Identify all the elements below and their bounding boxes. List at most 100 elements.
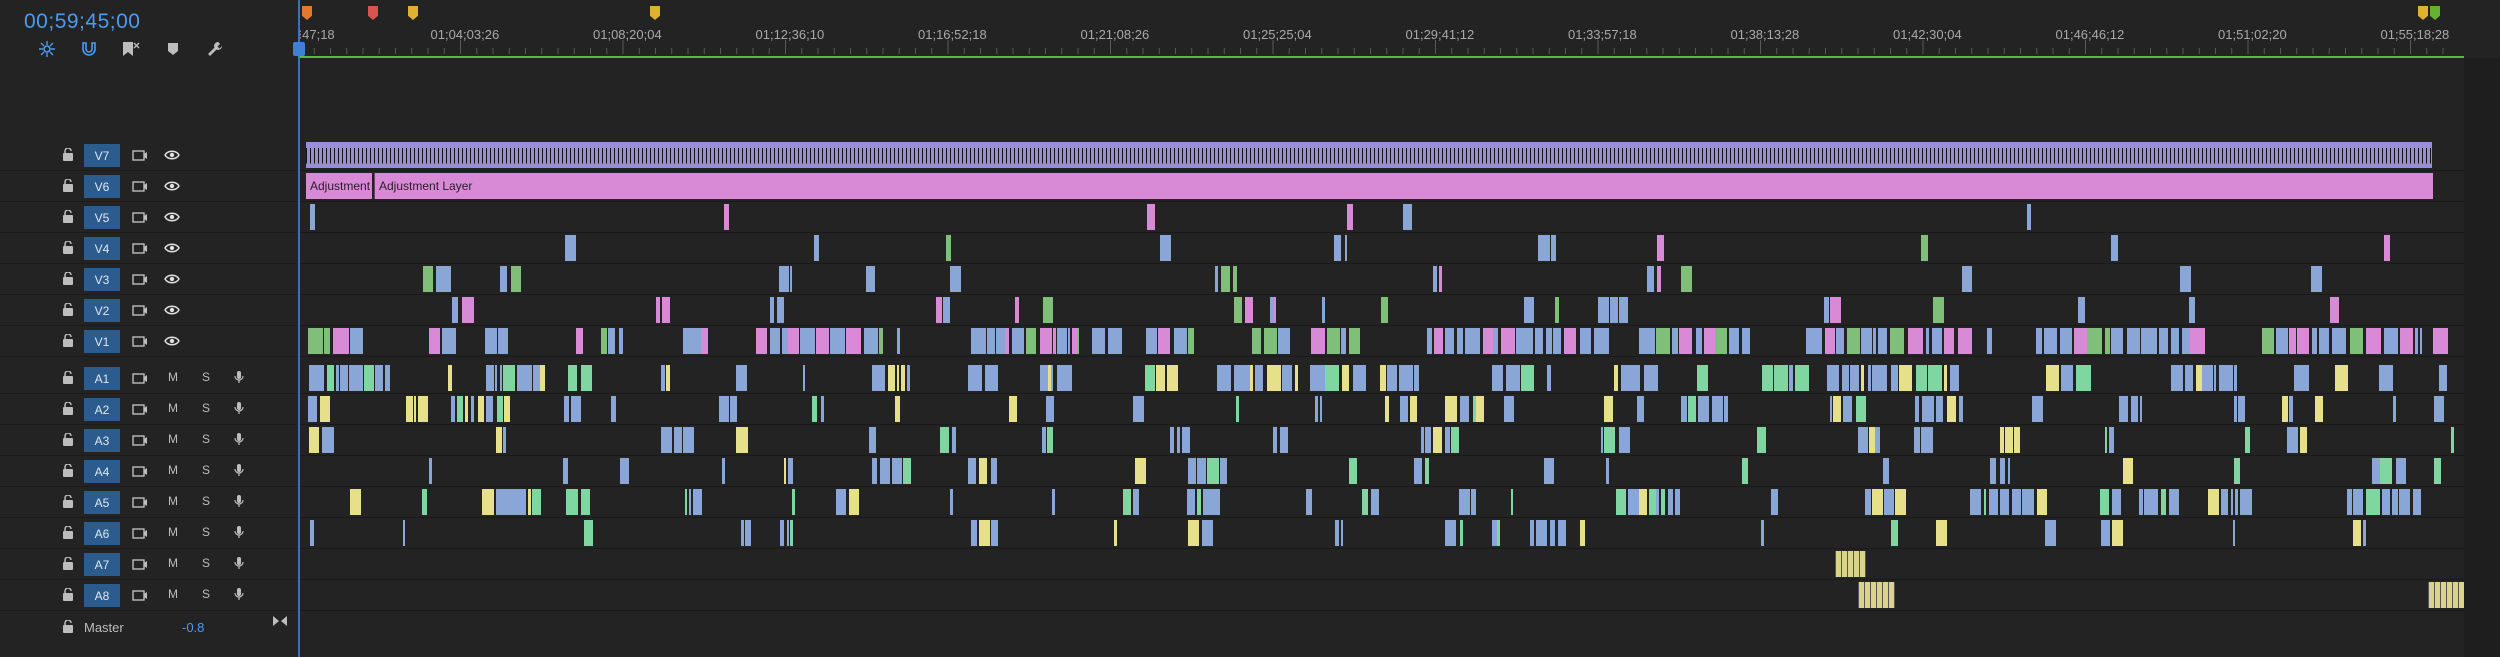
clip[interactable] xyxy=(2073,328,2087,354)
track-target-a7[interactable]: A7 xyxy=(84,553,120,576)
clip[interactable] xyxy=(1761,365,1773,391)
clip[interactable] xyxy=(2330,297,2339,323)
clip[interactable] xyxy=(2433,396,2444,422)
wrench-icon[interactable] xyxy=(194,38,236,60)
track-target-v6[interactable]: V6 xyxy=(84,175,120,198)
adjustment-clip[interactable]: Adjustment Layer xyxy=(374,173,2433,199)
clip[interactable] xyxy=(563,396,570,422)
clip[interactable] xyxy=(2332,328,2347,354)
clip[interactable] xyxy=(496,427,502,453)
clip[interactable] xyxy=(1348,458,1358,484)
track-lane-v4[interactable] xyxy=(298,233,2464,264)
clip[interactable] xyxy=(1340,520,1344,546)
clip[interactable] xyxy=(2022,489,2035,515)
clip[interactable] xyxy=(1005,328,1009,354)
clip[interactable] xyxy=(1875,427,1881,453)
clip[interactable] xyxy=(1921,235,1928,261)
clip[interactable] xyxy=(2202,365,2214,391)
clip[interactable] xyxy=(1482,328,1493,354)
clip[interactable] xyxy=(2398,489,2410,515)
clip[interactable] xyxy=(1108,328,1122,354)
vertical-scrollbar[interactable] xyxy=(2464,58,2500,657)
clip[interactable] xyxy=(1439,266,1442,292)
track-target-v7[interactable]: V7 xyxy=(84,144,120,167)
clip[interactable] xyxy=(308,427,320,453)
clip[interactable] xyxy=(736,427,748,453)
clip[interactable] xyxy=(1915,365,1927,391)
clip[interactable] xyxy=(1173,328,1188,354)
clip[interactable] xyxy=(788,328,800,354)
clip[interactable] xyxy=(821,396,824,422)
clip[interactable] xyxy=(1638,489,1647,515)
clip[interactable] xyxy=(2111,489,2122,515)
clip[interactable] xyxy=(1913,427,1921,453)
clip[interactable] xyxy=(2400,328,2414,354)
clip[interactable] xyxy=(1040,365,1048,391)
clip[interactable] xyxy=(350,489,362,515)
clip[interactable] xyxy=(1529,520,1534,546)
clip[interactable] xyxy=(309,204,315,230)
clip[interactable] xyxy=(1884,489,1895,515)
clip[interactable] xyxy=(1352,365,1367,391)
clip[interactable] xyxy=(1348,328,1360,354)
clip[interactable] xyxy=(1697,396,1709,422)
clip[interactable] xyxy=(783,458,786,484)
adjustment-clip[interactable] xyxy=(306,142,2432,168)
clip[interactable] xyxy=(2392,489,2398,515)
clip[interactable] xyxy=(1829,297,1842,323)
clip[interactable] xyxy=(2297,328,2310,354)
clip[interactable] xyxy=(1413,458,1423,484)
clip[interactable] xyxy=(1927,365,1943,391)
clip[interactable] xyxy=(1320,396,1323,422)
clip[interactable] xyxy=(800,328,815,354)
clip[interactable] xyxy=(1636,396,1644,422)
clip[interactable] xyxy=(1826,297,1829,323)
clip[interactable] xyxy=(1557,520,1566,546)
clip[interactable] xyxy=(1322,297,1326,323)
clip[interactable] xyxy=(576,328,583,354)
clip[interactable] xyxy=(1281,365,1293,391)
clip[interactable] xyxy=(1333,235,1341,261)
master-volume[interactable]: -0.8 xyxy=(182,620,204,635)
clip[interactable] xyxy=(1187,458,1197,484)
clip[interactable] xyxy=(1043,297,1053,323)
clip[interactable] xyxy=(1789,365,1794,391)
clip[interactable] xyxy=(864,328,879,354)
clip[interactable] xyxy=(1890,520,1899,546)
lock-icon[interactable] xyxy=(62,401,74,415)
clip[interactable] xyxy=(2312,328,2317,354)
clip[interactable] xyxy=(533,365,541,391)
clip[interactable] xyxy=(1196,458,1206,484)
clip[interactable] xyxy=(1827,365,1839,391)
clip[interactable] xyxy=(2139,396,2142,422)
clip[interactable] xyxy=(1538,235,1550,261)
clip[interactable] xyxy=(942,297,951,323)
clip[interactable] xyxy=(1051,365,1054,391)
clip[interactable] xyxy=(2219,365,2233,391)
clip[interactable] xyxy=(336,365,340,391)
clip[interactable] xyxy=(2376,489,2381,515)
sync-lock-icon[interactable] xyxy=(132,588,148,605)
clip[interactable] xyxy=(1400,396,1409,422)
clip[interactable] xyxy=(2286,427,2298,453)
clip[interactable] xyxy=(1311,328,1326,354)
clip[interactable] xyxy=(2037,489,2048,515)
clip[interactable] xyxy=(1678,328,1692,354)
clip[interactable] xyxy=(1921,427,1933,453)
clip[interactable] xyxy=(1579,328,1592,354)
clip[interactable] xyxy=(1932,328,1936,354)
clip[interactable] xyxy=(2314,396,2323,422)
sync-lock-icon[interactable] xyxy=(132,241,148,258)
clip[interactable] xyxy=(692,489,702,515)
clip[interactable] xyxy=(1961,266,1972,292)
clip[interactable] xyxy=(1696,365,1709,391)
clip[interactable] xyxy=(1233,266,1238,292)
work-area-bar[interactable] xyxy=(298,56,2464,58)
marker-icon[interactable] xyxy=(152,38,194,60)
clip[interactable] xyxy=(701,328,708,354)
clip[interactable] xyxy=(1656,235,1665,261)
clip[interactable] xyxy=(1255,365,1264,391)
clip[interactable] xyxy=(1040,328,1053,354)
clip[interactable] xyxy=(2045,520,2056,546)
clip[interactable] xyxy=(1413,365,1420,391)
